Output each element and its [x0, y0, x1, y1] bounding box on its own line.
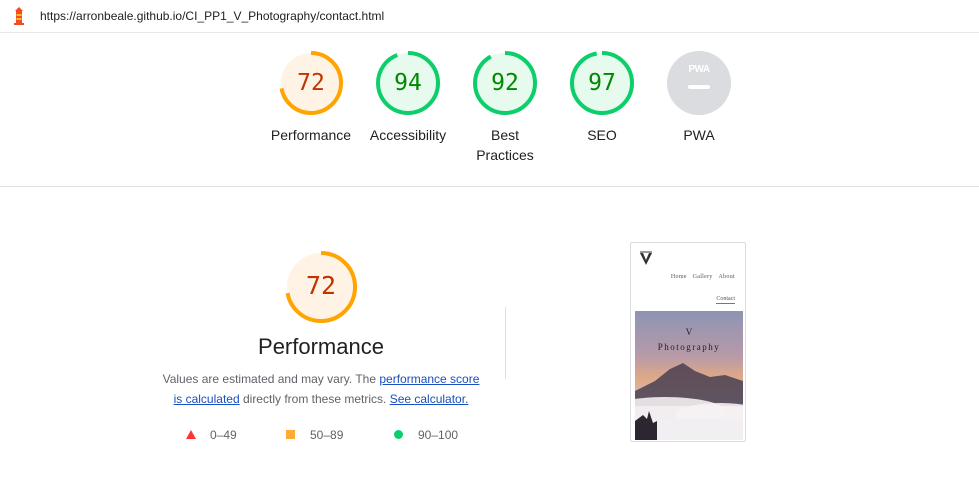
gauge-label: Best Practices	[457, 125, 553, 165]
performance-score-value: 72	[305, 271, 337, 300]
final-screenshot[interactable]: Home Gallery About Contact V Photography	[630, 242, 746, 442]
desc-prefix: Values are estimated and may vary. The	[162, 372, 380, 386]
hero-title-v: V	[685, 327, 693, 337]
section-divider	[0, 186, 979, 187]
pwa-dash-icon	[688, 85, 710, 89]
nav-gallery: Gallery	[692, 274, 713, 280]
gauge-ring: 92	[472, 50, 538, 116]
v-logo-icon	[640, 251, 652, 265]
gauge-ring: 97	[569, 50, 635, 116]
gauge-label: Performance	[270, 127, 352, 143]
vertical-divider	[505, 307, 506, 379]
nav-home: Home	[670, 274, 687, 280]
gauge-label: SEO	[587, 127, 617, 143]
pwa-badge-text: PWA	[688, 64, 710, 75]
square-icon	[286, 430, 295, 439]
desc-mid: directly from these metrics.	[239, 392, 390, 406]
gauge-best-practices[interactable]: 92 Best Practices	[457, 50, 553, 165]
address-bar: https://arronbeale.github.io/CI_PP1_V_Ph…	[0, 0, 979, 33]
performance-title: Performance	[258, 334, 384, 359]
score-legend: 0–49 50–89 90–100	[0, 428, 979, 442]
see-calculator-link[interactable]: See calculator.	[390, 392, 469, 406]
gauge-label-line1: Best	[490, 127, 519, 143]
page-url[interactable]: https://arronbeale.github.io/CI_PP1_V_Ph…	[40, 9, 384, 23]
performance-score-link[interactable]: performance score	[379, 372, 479, 386]
gauge-label: Accessibility	[369, 127, 447, 143]
gauge-value: 94	[394, 70, 422, 96]
hero-title: Photography	[657, 342, 721, 352]
gauge-label-line2: Practices	[476, 147, 534, 163]
gauge-value: 92	[491, 70, 519, 96]
pwa-badge: PWA	[666, 50, 732, 116]
legend-range: 50–89	[310, 428, 344, 442]
gauge-ring: 72	[278, 50, 344, 116]
gauge-seo[interactable]: 97 SEO	[554, 50, 650, 145]
gauge-accessibility[interactable]: 94 Accessibility	[360, 50, 456, 145]
gauge-ring: 94	[375, 50, 441, 116]
gauge-label: PWA	[683, 127, 715, 143]
pwa-badge-icon	[667, 51, 731, 115]
triangle-icon	[186, 430, 196, 439]
performance-description: Values are estimated and may vary. The p…	[151, 369, 491, 409]
nav-about: About	[718, 274, 735, 280]
circle-icon	[394, 430, 403, 439]
legend-range: 0–49	[210, 428, 237, 442]
legend-range: 90–100	[418, 428, 459, 442]
score-gauges: 72 Performance 94 Accessibility 92 Best …	[0, 50, 979, 186]
gauge-value: 72	[297, 70, 325, 96]
gauge-value: 97	[588, 70, 616, 96]
site-nav: Home Gallery About	[667, 274, 735, 280]
performance-gauge-large: 72	[284, 250, 358, 324]
gauge-performance[interactable]: 72 Performance	[263, 50, 359, 145]
gauge-pwa[interactable]: PWA PWA	[651, 50, 747, 145]
nav-contact: Contact	[716, 296, 735, 304]
lighthouse-icon	[14, 7, 24, 25]
is-calculated-link[interactable]: is calculated	[174, 392, 240, 406]
hero-image: V Photography	[635, 311, 743, 440]
